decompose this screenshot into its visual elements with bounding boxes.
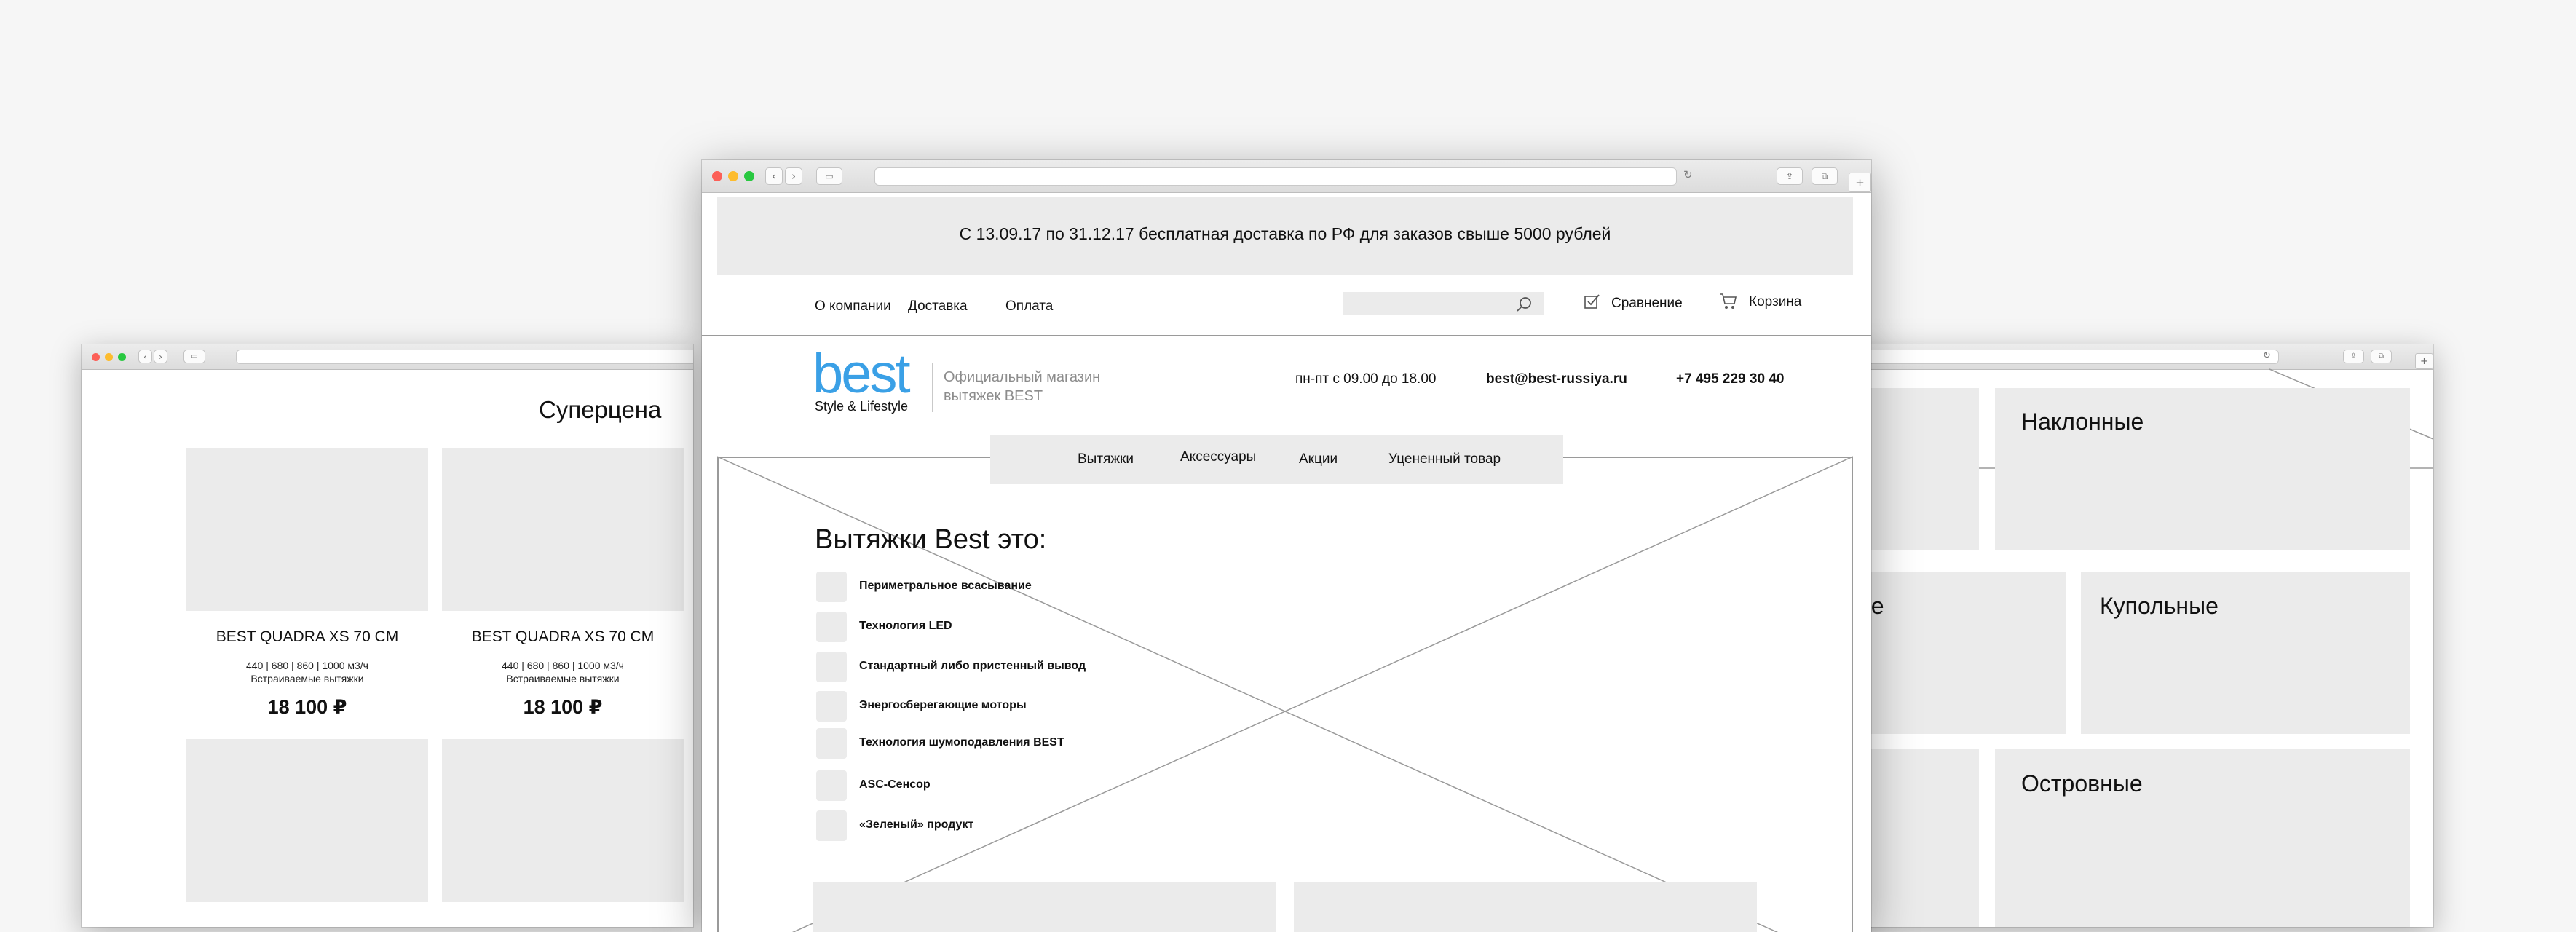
- product-specs: 440 | 680 | 860 | 1000 м3/ч: [246, 660, 368, 671]
- forward-button[interactable]: ›: [154, 350, 167, 363]
- shop-description-line1: Официальный магазин: [944, 369, 1101, 385]
- feature-item: «Зеленый» продукт: [859, 818, 974, 831]
- share-button[interactable]: ⇪: [1777, 167, 1803, 185]
- menu-item-discounted[interactable]: Уцененный товар: [1388, 451, 1501, 467]
- feature-checkbox: [816, 810, 847, 841]
- category-label: Купольные: [2100, 593, 2219, 619]
- feature-item: Периметральное всасывание: [859, 580, 1032, 592]
- address-bar[interactable]: [874, 167, 1677, 186]
- section-title: Суперцена: [539, 396, 662, 423]
- promo-banner-text: С 13.09.17 по 31.12.17 бесплатная достав…: [959, 224, 1611, 243]
- feature-item: Энергосберегающие моторы: [859, 699, 1027, 711]
- header-divider: [702, 335, 1871, 336]
- sidebar-toggle-button[interactable]: ▭: [816, 167, 842, 185]
- product-image[interactable]: [442, 739, 684, 902]
- search-icon[interactable]: [1515, 296, 1533, 313]
- left-browser-window: ‹ › ▭ Суперцена BEST QUADRA XS 70 CM 440…: [82, 344, 693, 927]
- compare-link[interactable]: Сравнение: [1611, 296, 1683, 312]
- close-window-button[interactable]: [712, 171, 722, 181]
- back-button[interactable]: ‹: [138, 350, 152, 363]
- logo-divider: [932, 363, 933, 412]
- minimize-window-button[interactable]: [728, 171, 738, 181]
- feature-checkbox: [816, 612, 847, 642]
- zoom-window-button[interactable]: [118, 353, 126, 361]
- logo-tagline: Style & Lifestyle: [815, 399, 909, 414]
- product-price: 18 100 ₽: [523, 696, 603, 718]
- product-category: Встраиваемые вытяжки: [250, 673, 364, 684]
- product-price: 18 100 ₽: [267, 696, 347, 718]
- nav-payment[interactable]: Оплата: [1005, 299, 1053, 315]
- promo-card[interactable]: [813, 882, 1276, 932]
- minimize-window-button[interactable]: [105, 353, 113, 361]
- forward-button[interactable]: ›: [785, 167, 802, 185]
- address-bar[interactable]: [236, 350, 693, 364]
- sidebar-toggle-button[interactable]: ▭: [183, 350, 205, 363]
- browser-toolbar: ‹ › ▭: [82, 344, 693, 370]
- menu-item-promotions[interactable]: Акции: [1299, 451, 1338, 467]
- nav-about[interactable]: О компании: [815, 299, 891, 315]
- logo-wordmark[interactable]: best: [813, 347, 911, 402]
- hero-title: Вытяжки Best это:: [815, 524, 1047, 555]
- feature-item: Технология LED: [859, 620, 952, 632]
- tabs-button[interactable]: ⧉: [1812, 167, 1838, 185]
- browser-toolbar: ‹ › ▭ ↻ ⇪ ⧉ +: [702, 160, 1871, 193]
- category-label: Наклонные: [2021, 408, 2144, 435]
- reload-icon[interactable]: ↻: [1683, 168, 1693, 181]
- product-image[interactable]: [186, 739, 428, 902]
- promo-card[interactable]: [1294, 882, 1757, 932]
- menu-item-hoods[interactable]: Вытяжки: [1078, 451, 1134, 467]
- compare-icon[interactable]: [1583, 292, 1602, 311]
- product-image[interactable]: [186, 448, 428, 611]
- feature-checkbox: [816, 770, 847, 801]
- cart-icon[interactable]: [1718, 291, 1739, 311]
- product-name[interactable]: BEST QUADRA XS 70 CM: [442, 628, 684, 646]
- feature-item: ASC-Сенсор: [859, 778, 931, 791]
- feature-item: Стандартный либо пристенный вывод: [859, 660, 1086, 672]
- menu-item-accessories[interactable]: Аксессуары: [1180, 449, 1256, 465]
- feature-checkbox: [816, 652, 847, 682]
- shop-description-line2: вытяжек BEST: [944, 388, 1043, 404]
- contact-phone[interactable]: +7 495 229 30 40: [1676, 371, 1784, 387]
- product-category: Встраиваемые вытяжки: [506, 673, 620, 684]
- main-browser-window: ‹ › ▭ ↻ ⇪ ⧉ + С 13.09.17 по 31.12.17 бес…: [702, 160, 1871, 932]
- category-label: Островные: [2021, 770, 2143, 797]
- product-name[interactable]: BEST QUADRA XS 70 CM: [186, 628, 428, 646]
- new-tab-button[interactable]: +: [1849, 173, 1871, 192]
- feature-checkbox: [816, 728, 847, 759]
- search-input[interactable]: [1343, 292, 1544, 315]
- back-button[interactable]: ‹: [765, 167, 783, 185]
- working-hours: пн-пт с 09.00 до 18.00: [1295, 371, 1437, 387]
- close-window-button[interactable]: [92, 353, 100, 361]
- right-browser-window: ↻ ⇪ ⧉ + Наклонные …овые Купольные Остров…: [1806, 344, 2433, 927]
- feature-checkbox: [816, 572, 847, 602]
- product-image[interactable]: [442, 448, 684, 611]
- feature-item: Технология шумоподавления BEST: [859, 736, 1064, 749]
- product-specs: 440 | 680 | 860 | 1000 м3/ч: [502, 660, 624, 671]
- zoom-window-button[interactable]: [744, 171, 754, 181]
- nav-delivery[interactable]: Доставка: [908, 299, 968, 315]
- cart-link[interactable]: Корзина: [1749, 294, 1801, 310]
- feature-checkbox: [816, 691, 847, 722]
- contact-email[interactable]: best@best-russiya.ru: [1486, 371, 1627, 387]
